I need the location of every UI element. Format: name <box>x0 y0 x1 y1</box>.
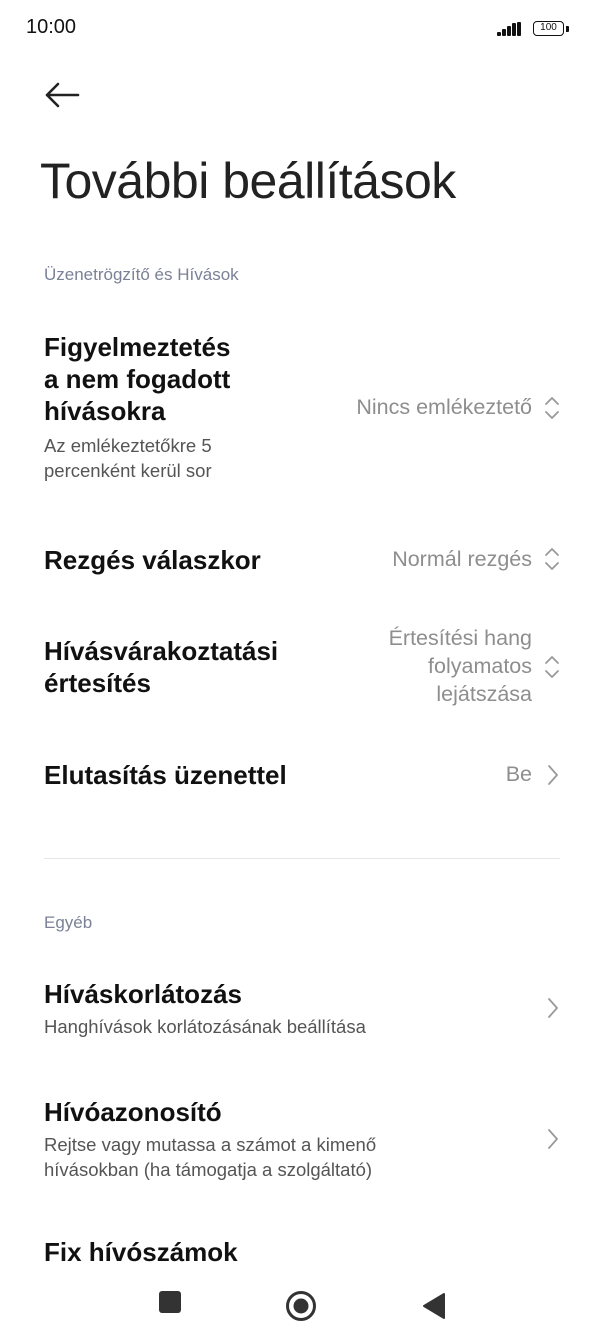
back-triangle-icon <box>423 1293 445 1319</box>
call-waiting-notification-title: Hívásvárakoztatási értesítés <box>44 636 279 698</box>
caller-id-title: Hívóazonosító <box>44 1097 222 1127</box>
section-header-other: Egyéb <box>44 913 93 932</box>
battery-icon: 100 <box>533 21 564 36</box>
reject-with-message-value: Be <box>505 762 532 786</box>
chevron-up-down-icon <box>544 546 560 572</box>
battery-tip <box>566 26 569 32</box>
missed-call-alert-subtitle: Az emlékeztetőkre 5 percenként kerül sor <box>44 435 212 481</box>
vibrate-on-answer-row[interactable]: Rezgés válaszkor Normál rezgés <box>0 525 604 595</box>
page-title: További beállítások <box>40 153 456 209</box>
chevron-right-icon <box>546 1126 560 1152</box>
chevron-right-icon <box>546 762 560 788</box>
status-time: 10:00 <box>26 16 77 38</box>
missed-call-alert-title: Figyelmeztetés a nem fogadott hívásokra <box>44 332 231 426</box>
call-waiting-notification-row[interactable]: Hívásvárakoztatási értesítés Értesítési … <box>0 620 604 715</box>
chevron-right-icon <box>546 995 560 1021</box>
square-icon <box>159 1291 181 1313</box>
caller-id-subtitle: Rejtse vagy mutassa a számot a kimenő hí… <box>44 1134 377 1180</box>
section-header-voicemail-calls: Üzenetrögzítő és Hívások <box>44 265 239 284</box>
call-barring-row[interactable]: Híváskorlátozás Hanghívások korlátozásán… <box>0 970 604 1045</box>
fixed-dialing-numbers-title: Fix hívószámok <box>44 1237 238 1267</box>
vibrate-on-answer-title: Rezgés válaszkor <box>44 545 261 575</box>
call-waiting-notification-value: Értesítési hang folyamatos lejátszása <box>388 626 532 706</box>
reject-with-message-title: Elutasítás üzenettel <box>44 760 287 790</box>
caller-id-row[interactable]: Hívóazonosító Rejtse vagy mutassa a szám… <box>0 1088 604 1188</box>
call-barring-title: Híváskorlátozás <box>44 979 242 1009</box>
missed-call-alert-row[interactable]: Figyelmeztetés a nem fogadott hívásokra … <box>0 325 604 495</box>
missed-call-alert-value: Nincs emlékeztető <box>356 395 532 419</box>
home-button[interactable] <box>285 1290 317 1322</box>
signal-icon <box>497 22 523 36</box>
chevron-up-down-icon <box>544 395 560 421</box>
back-arrow-icon[interactable] <box>42 80 82 110</box>
reject-with-message-row[interactable]: Elutasítás üzenettel Be <box>0 740 604 810</box>
home-circle-icon <box>286 1291 316 1321</box>
vibrate-on-answer-value: Normál rezgés <box>392 547 532 571</box>
back-button[interactable] <box>422 1292 446 1320</box>
chevron-up-down-icon <box>544 654 560 680</box>
section-divider <box>44 858 560 859</box>
call-barring-subtitle: Hanghívások korlátozásának beállítása <box>44 1016 366 1037</box>
fixed-dialing-numbers-row[interactable]: Fix hívószámok <box>0 1230 604 1270</box>
recents-button[interactable] <box>158 1290 182 1314</box>
